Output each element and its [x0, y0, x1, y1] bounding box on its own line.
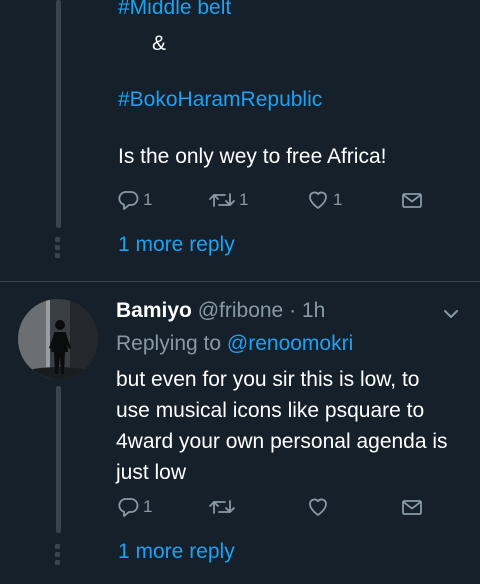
tweet-time[interactable]: 1h: [302, 299, 325, 322]
like-icon: [306, 495, 330, 519]
reply-button[interactable]: 1: [116, 492, 152, 522]
share-icon: [400, 495, 424, 519]
retweet-button[interactable]: 1: [208, 185, 248, 215]
more-replies-link[interactable]: 1 more reply: [118, 540, 235, 564]
reply-icon: [116, 495, 140, 519]
user-handle[interactable]: @fribone: [198, 299, 284, 322]
twitter-thread-view: #Middle belt & #BokoHaramRepublic Is the…: [0, 0, 480, 584]
retweet-icon: [208, 495, 236, 519]
like-button[interactable]: 1: [306, 185, 342, 215]
like-icon: [306, 188, 330, 212]
tweet-divider: [0, 281, 480, 282]
more-replies-link[interactable]: 1 more reply: [118, 233, 235, 257]
reply-count: 1: [143, 190, 153, 209]
tweet-body-line: 4ward your own personal agenda is: [116, 430, 448, 453]
tweet-body-line: use musical icons like psquare to: [116, 399, 425, 422]
hashtag-middle-belt[interactable]: #Middle belt: [118, 0, 231, 22]
tweet-header: Bamiyo @fribone · 1h: [116, 297, 325, 325]
replying-to-label: Replying to: [116, 332, 222, 355]
reply-icon: [116, 188, 140, 212]
header-separator: ·: [289, 299, 297, 322]
retweet-icon: [208, 188, 236, 212]
reply-button[interactable]: 1: [116, 185, 152, 215]
tweet-body: but even for you sir this is low, to use…: [116, 364, 466, 488]
replying-to-line: Replying to @renoomokri: [116, 330, 353, 358]
tweet-body-line: but even for you sir this is low, to: [116, 368, 420, 391]
chevron-down-icon[interactable]: [441, 304, 461, 329]
reply-count: 1: [143, 497, 153, 516]
replying-to-handle[interactable]: @renoomokri: [227, 332, 353, 355]
avatar[interactable]: [18, 299, 98, 379]
tweet-actions: 1: [116, 492, 436, 522]
thread-line: [56, 386, 61, 533]
retweet-count: 1: [239, 190, 249, 209]
tweet-body-line: just low: [116, 461, 187, 484]
thread-continuation-dots: [55, 237, 61, 261]
like-count: 1: [333, 190, 343, 209]
thread-continuation-dots: [55, 544, 61, 568]
ampersand-text: &: [152, 32, 167, 55]
hashtag-boko-haram-republic[interactable]: #BokoHaramRepublic: [118, 86, 322, 114]
tweet-text: Is the only wey to free Africa!: [118, 145, 387, 168]
like-button[interactable]: [306, 492, 330, 522]
tweet-actions: 1 1 1: [116, 185, 436, 215]
display-name[interactable]: Bamiyo: [116, 299, 192, 322]
retweet-button[interactable]: [208, 492, 236, 522]
thread-line: [56, 0, 61, 228]
share-button[interactable]: [400, 185, 424, 215]
share-button[interactable]: [400, 492, 424, 522]
share-icon: [400, 188, 424, 212]
